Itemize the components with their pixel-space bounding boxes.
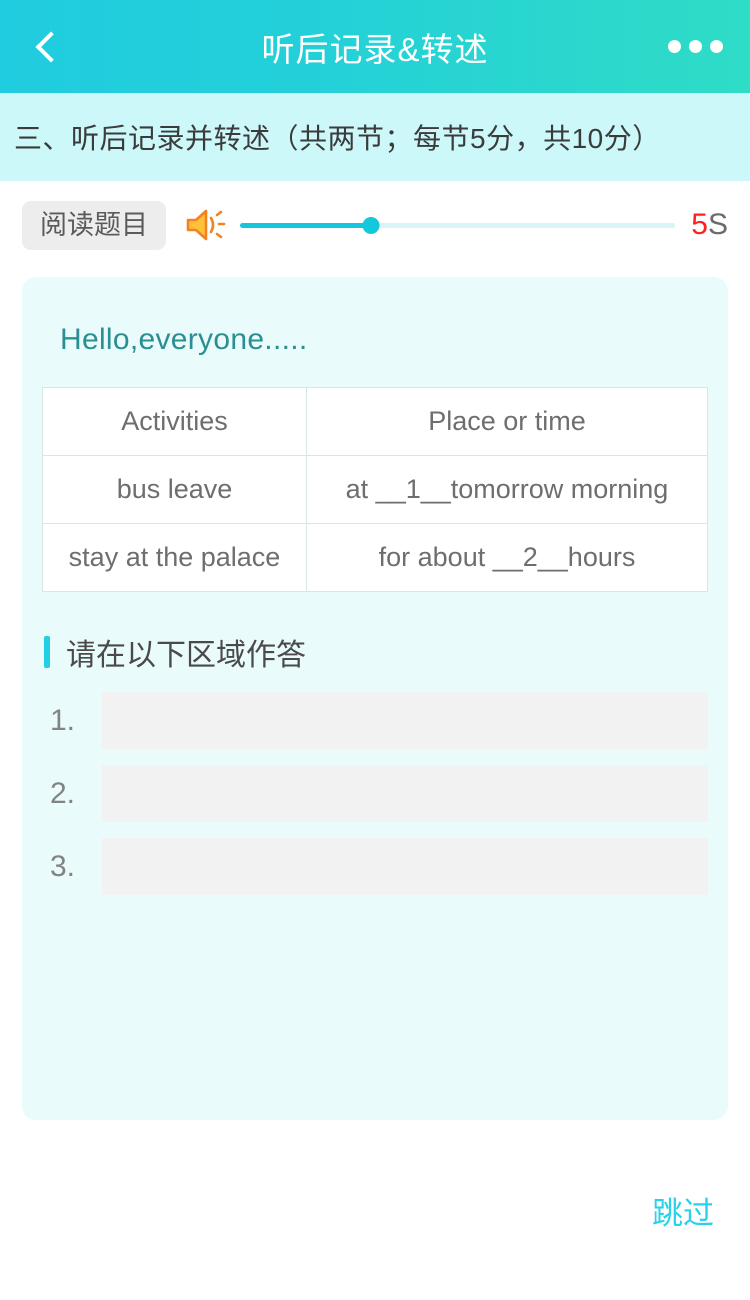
answer-section-title: 请在以下区域作答 — [66, 639, 306, 672]
footer-bar: 跳过 — [0, 1120, 750, 1300]
answer-input-2[interactable] — [102, 765, 708, 822]
answer-number-label: 1. — [50, 703, 76, 737]
answer-input-3[interactable] — [102, 838, 708, 895]
answer-section-header: 请在以下区域作答 — [44, 630, 708, 674]
app-header: 听后记录&转述 — [0, 0, 750, 93]
table-row: bus leave at __1__tomorrow morning — [42, 455, 708, 524]
table-cell: stay at the palace — [42, 523, 307, 592]
table-header-cell: Place or time — [306, 387, 708, 456]
timer-value: 5 — [691, 208, 708, 241]
table-row: stay at the palace for about __2__hours — [42, 523, 708, 592]
speaker-sound-icon — [184, 203, 228, 247]
more-dots-icon — [709, 40, 723, 53]
table-cell: for about __2__hours — [306, 523, 708, 592]
notes-table: Activities Place or time bus leave at __1__… — [42, 387, 708, 592]
timer-unit: S — [707, 208, 728, 241]
more-options-button[interactable] — [660, 0, 730, 93]
more-dots-icon — [667, 40, 681, 53]
skip-button[interactable]: 跳过 — [646, 1178, 720, 1243]
audio-control-row: 阅读题目 5S — [0, 181, 750, 269]
audio-progress-slider[interactable] — [240, 213, 676, 237]
slider-thumb[interactable] — [362, 216, 380, 234]
question-content-card: Hello,everyone..... Activities Place or t… — [22, 277, 728, 1120]
app-screen: 听后记录&转述 三、听后记录并转述（共两节；每节5分，共10分） 阅读题目 5S… — [0, 0, 750, 1300]
countdown-timer: 5S — [691, 208, 728, 242]
section-instruction-bar: 三、听后记录并转述（共两节；每节5分，共10分） — [0, 93, 750, 181]
answer-row: 3. — [42, 838, 708, 895]
answers-list: 1. 2. 3. — [42, 692, 708, 895]
slider-track-filled — [240, 222, 371, 228]
read-question-button[interactable]: 阅读题目 — [22, 200, 166, 250]
chevron-left-icon — [34, 30, 67, 63]
answer-number-label: 3. — [50, 849, 76, 883]
back-button[interactable] — [16, 0, 78, 93]
table-cell: bus leave — [42, 455, 307, 524]
page-title: 听后记录&转述 — [261, 30, 489, 68]
answer-input-1[interactable] — [102, 692, 708, 749]
table-header-row: Activities Place or time — [42, 387, 708, 456]
table-header-cell: Activities — [42, 387, 307, 456]
answer-number-label: 2. — [50, 776, 76, 810]
table-cell: at __1__tomorrow morning — [306, 455, 708, 524]
more-dots-icon — [688, 40, 702, 53]
accent-bar-icon — [44, 636, 50, 668]
answer-row: 1. — [42, 692, 708, 749]
greeting-text: Hello,everyone..... — [60, 323, 308, 356]
section-instruction-text: 三、听后记录并转述（共两节；每节5分，共10分） — [14, 123, 661, 154]
answer-row: 2. — [42, 765, 708, 822]
